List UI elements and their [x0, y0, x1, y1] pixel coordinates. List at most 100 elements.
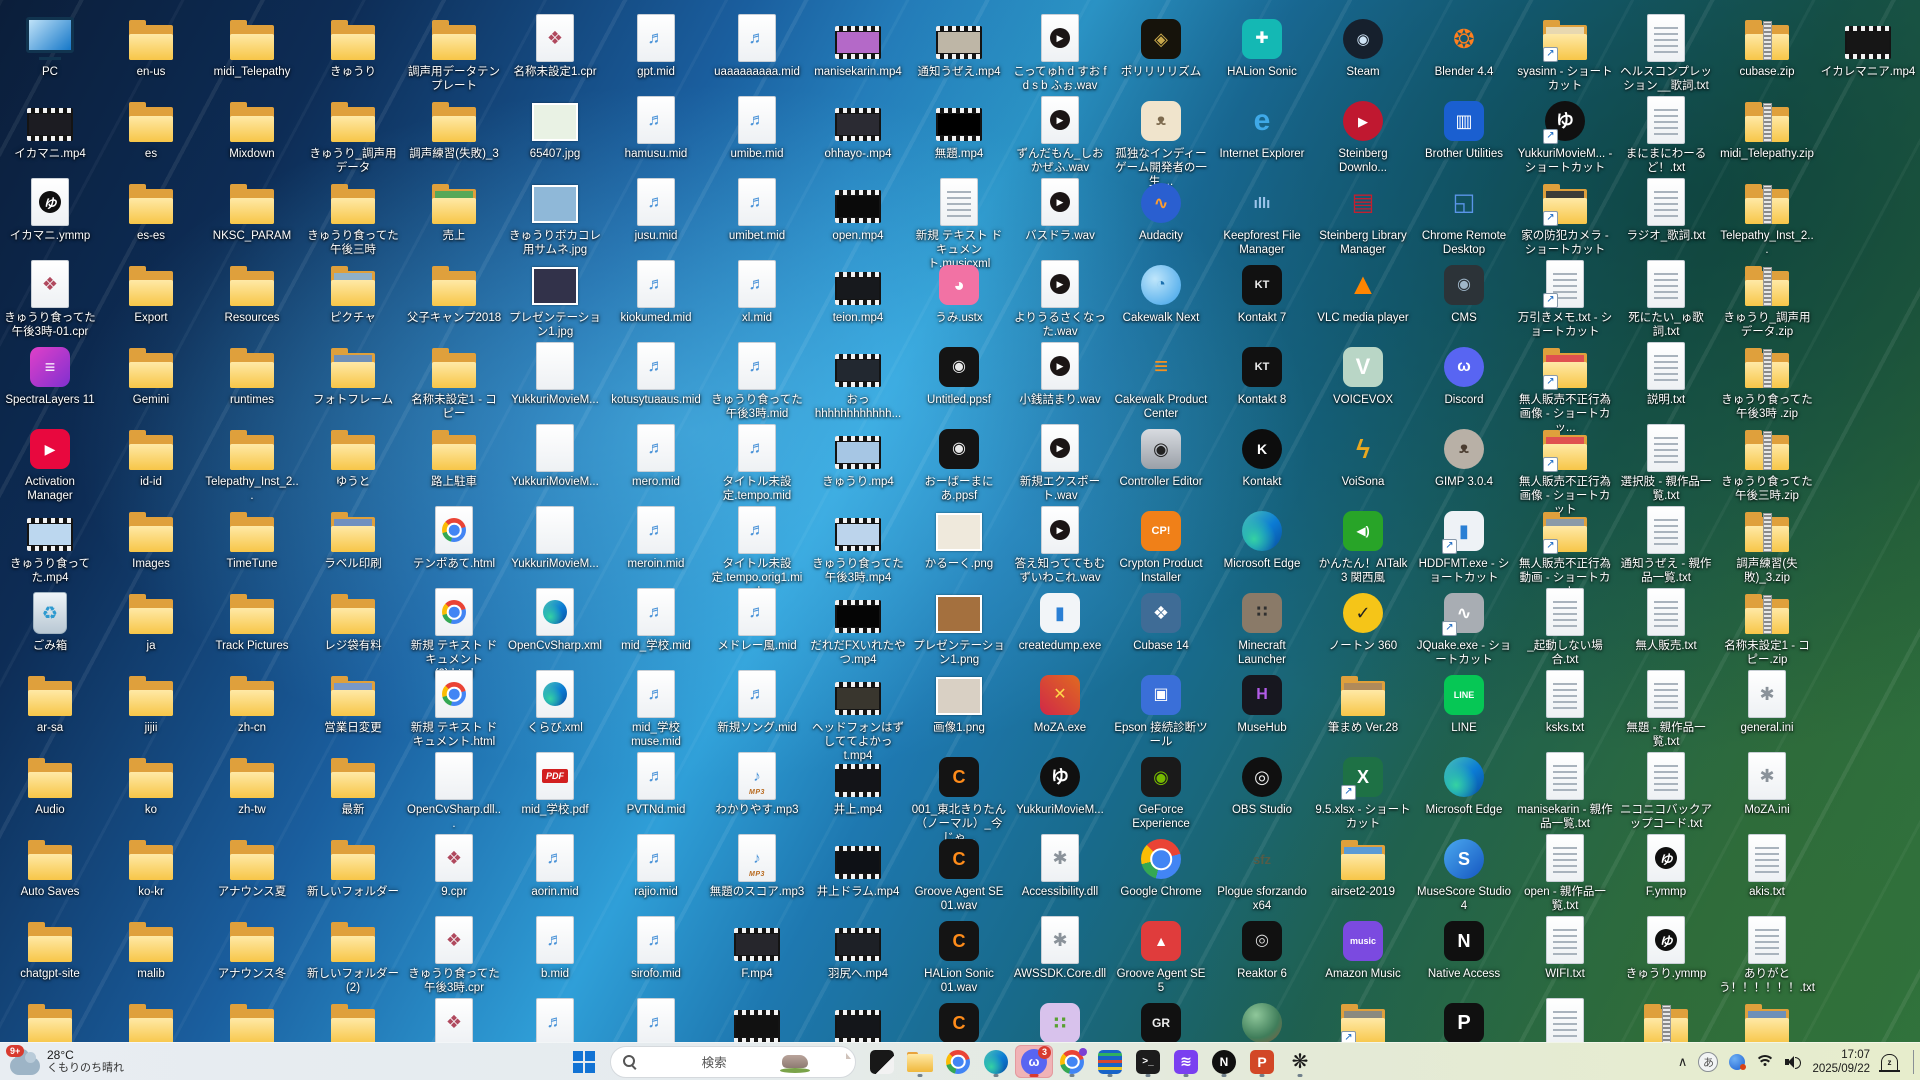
- desktop-icon[interactable]: きゅうり_調声用データ: [305, 96, 401, 175]
- desktop-icon[interactable]: C 001_東北きりたん（ノーマル）_今じゃ...: [911, 752, 1007, 845]
- desktop-icon[interactable]: ♬ xl.mid: [709, 260, 805, 325]
- desktop-icon[interactable]: ◉ Untitled.ppsf: [911, 342, 1007, 407]
- desktop-icon[interactable]: イカマニ.mp4: [2, 96, 98, 161]
- desktop-icon[interactable]: プレゼンテーション1.png: [911, 588, 1007, 667]
- desktop-icon[interactable]: zh-cn: [204, 670, 300, 735]
- desktop-icon[interactable]: C Groove Agent SE 01.wav: [911, 834, 1007, 913]
- desktop-icon[interactable]: ♬ jusu.mid: [608, 178, 704, 243]
- desktop-icon[interactable]: Audio: [2, 752, 98, 817]
- desktop-icon[interactable]: ∿ ↗ JQuake.exe - ショートカット: [1416, 588, 1512, 667]
- desktop-icon[interactable]: C HALion Sonic 01.wav: [911, 916, 1007, 995]
- desktop-icon[interactable]: es: [103, 96, 199, 161]
- desktop-icon[interactable]: K Kontakt: [1214, 424, 1310, 489]
- desktop-icon[interactable]: Mixdown: [204, 96, 300, 161]
- desktop-icon[interactable]: ♬ hamusu.mid: [608, 96, 704, 161]
- desktop-icon[interactable]: ♬ kiokumed.mid: [608, 260, 704, 325]
- desktop-icon[interactable]: ❖ 9.cpr: [406, 834, 502, 899]
- desktop-icon[interactable]: レジ袋有料: [305, 588, 401, 653]
- desktop-icon[interactable]: Images: [103, 506, 199, 571]
- desktop-icon[interactable]: open - 親作品一覧.txt: [1517, 834, 1613, 913]
- desktop-icon[interactable]: 調声練習(失敗)_3.zip: [1719, 506, 1815, 585]
- desktop-icon[interactable]: ♻ ごみ箱: [2, 588, 98, 653]
- desktop-icon[interactable]: アナウンス夏: [204, 834, 300, 899]
- desktop-icon[interactable]: zh-tw: [204, 752, 300, 817]
- wifi-icon[interactable]: [1755, 1055, 1776, 1068]
- desktop-icon[interactable]: ↗無人販売不正行為動画 - ショートカット: [1517, 506, 1613, 599]
- desktop-icon[interactable]: ❂ Blender 4.4: [1416, 14, 1512, 79]
- clock[interactable]: 17:07 2025/09/22: [1812, 1048, 1870, 1076]
- taskbar-file-explorer-button[interactable]: [901, 1045, 939, 1078]
- desktop-icon[interactable]: きゅうりボカコレ用サムネ.jpg: [507, 178, 603, 257]
- desktop-icon[interactable]: ▶ バスドラ.wav: [1012, 178, 1108, 243]
- desktop-icon[interactable]: S MuseScore Studio 4: [1416, 834, 1512, 913]
- desktop-icon[interactable]: 新しいフォルダー (2): [305, 916, 401, 995]
- desktop-icon[interactable]: 通知うぜえ.mp4: [911, 14, 1007, 79]
- desktop-icon[interactable]: TimeTune: [204, 506, 300, 571]
- desktop-icon[interactable]: ja: [103, 588, 199, 653]
- desktop-icon[interactable]: Track Pictures: [204, 588, 300, 653]
- desktop-icon[interactable]: 死にたい_ゅ歌詞.txt: [1618, 260, 1714, 339]
- desktop-icon[interactable]: ∷ Minecraft Launcher: [1214, 588, 1310, 667]
- desktop-icon[interactable]: Gemini: [103, 342, 199, 407]
- desktop-icon[interactable]: ♬ meroin.mid: [608, 506, 704, 571]
- desktop-icon[interactable]: id-id: [103, 424, 199, 489]
- desktop-icon[interactable]: ◎ OBS Studio: [1214, 752, 1310, 817]
- desktop-icon[interactable]: 路上駐車: [406, 424, 502, 489]
- desktop-icon[interactable]: ↗ 万引きメモ.txt - ショートカット: [1517, 260, 1613, 339]
- desktop-icon[interactable]: Microsoft Edge: [1214, 506, 1310, 571]
- desktop-icon[interactable]: chatgpt-site: [2, 916, 98, 981]
- desktop-icon[interactable]: ▣ Epson 接続診断ツール: [1113, 670, 1209, 749]
- desktop-icon[interactable]: ラジオ_歌詞.txt: [1618, 178, 1714, 243]
- desktop-icon[interactable]: ニコニコバックアップコード.txt: [1618, 752, 1714, 831]
- desktop-icon[interactable]: ◎ Reaktor 6: [1214, 916, 1310, 981]
- desktop-icon[interactable]: jijii: [103, 670, 199, 735]
- taskbar-edge-button[interactable]: [977, 1045, 1015, 1078]
- desktop-icon[interactable]: ▮ ↗ HDDFMT.exe - ショートカット: [1416, 506, 1512, 585]
- desktop-icon[interactable]: ∿ Audacity: [1113, 178, 1209, 243]
- desktop-icon[interactable]: ♬ きゅうり食ってた午後3時.mid: [709, 342, 805, 421]
- desktop-icon[interactable]: LINE LINE: [1416, 670, 1512, 735]
- taskbar-black-white-app-button[interactable]: [863, 1045, 901, 1078]
- desktop-icon[interactable]: きゅうり食ってた午後三時.zip: [1719, 424, 1815, 503]
- desktop-icon[interactable]: ksks.txt: [1517, 670, 1613, 735]
- desktop-icon[interactable]: ♬ sirofo.mid: [608, 916, 704, 981]
- desktop-icon[interactable]: Google Chrome: [1113, 834, 1209, 899]
- desktop-icon[interactable]: ar-sa: [2, 670, 98, 735]
- desktop-icon[interactable]: _起動しない場合.txt: [1517, 588, 1613, 667]
- desktop-icon[interactable]: ▶ 答え知っててもむずいわこれ.wav: [1012, 506, 1108, 585]
- desktop-icon[interactable]: ♬ mid_学校.mid: [608, 588, 704, 653]
- desktop-icon[interactable]: 父子キャンプ2018: [406, 260, 502, 325]
- desktop-icon[interactable]: ◉ GeForce Experience: [1113, 752, 1209, 831]
- search-box[interactable]: 検索: [610, 1045, 856, 1078]
- desktop-icon[interactable]: 無題 - 親作品一覧.txt: [1618, 670, 1714, 749]
- desktop-icon[interactable]: runtimes: [204, 342, 300, 407]
- desktop-icon[interactable]: ↗ 無人販売不正行為画像 - ショートカット: [1517, 424, 1613, 517]
- notification-bell-icon[interactable]: z: [1879, 1053, 1900, 1072]
- desktop-icon[interactable]: ▶ よりうるさくなった.wav: [1012, 260, 1108, 339]
- desktop-icon[interactable]: WIFI.txt: [1517, 916, 1613, 981]
- desktop-icon[interactable]: 新規 テキスト ドキュメント (2).html: [406, 588, 502, 681]
- desktop-icon[interactable]: ラベル印刷: [305, 506, 401, 571]
- desktop-icon[interactable]: 65407.jpg: [507, 96, 603, 161]
- desktop-icon[interactable]: ↗ 無人販売不正行為画像 - ショートカッ...: [1517, 342, 1613, 435]
- desktop-icon[interactable]: ピクチャ: [305, 260, 401, 325]
- desktop-icon[interactable]: ▲ Groove Agent SE 5: [1113, 916, 1209, 995]
- desktop-icon[interactable]: ᴥ GIMP 3.0.4: [1416, 424, 1512, 489]
- desktop-icon[interactable]: ❖ 名称未設定1.cpr: [507, 14, 603, 79]
- desktop-icon[interactable]: きゅうり.mp4: [810, 424, 906, 489]
- desktop-icon[interactable]: N Native Access: [1416, 916, 1512, 981]
- desktop-icon[interactable]: ゆ YukkuriMovieM...: [1012, 752, 1108, 817]
- show-desktop-button[interactable]: [1913, 1049, 1914, 1074]
- desktop-icon[interactable]: H MuseHub: [1214, 670, 1310, 735]
- taskbar-striped-app-button[interactable]: [1091, 1045, 1129, 1078]
- desktop-icon[interactable]: 井上ドラム.mp4: [810, 834, 906, 899]
- ime-a-icon[interactable]: あ: [1698, 1051, 1719, 1072]
- desktop-icon[interactable]: 無人販売.txt: [1618, 588, 1714, 653]
- desktop-icon[interactable]: F.mp4: [709, 916, 805, 981]
- desktop-icon[interactable]: ▥ Brother Utilities: [1416, 96, 1512, 161]
- desktop-icon[interactable]: 名称未設定1 - コピー: [406, 342, 502, 421]
- desktop-icon[interactable]: ◀) かんたん！AITalk 3 関西風: [1315, 506, 1411, 585]
- taskbar-chrome-profile-button[interactable]: [1053, 1045, 1091, 1078]
- desktop-icon[interactable]: ゆきゅうり.ymmp: [1618, 916, 1714, 981]
- desktop-icon[interactable]: ♬ タイトル未設定.tempo.mid: [709, 424, 805, 503]
